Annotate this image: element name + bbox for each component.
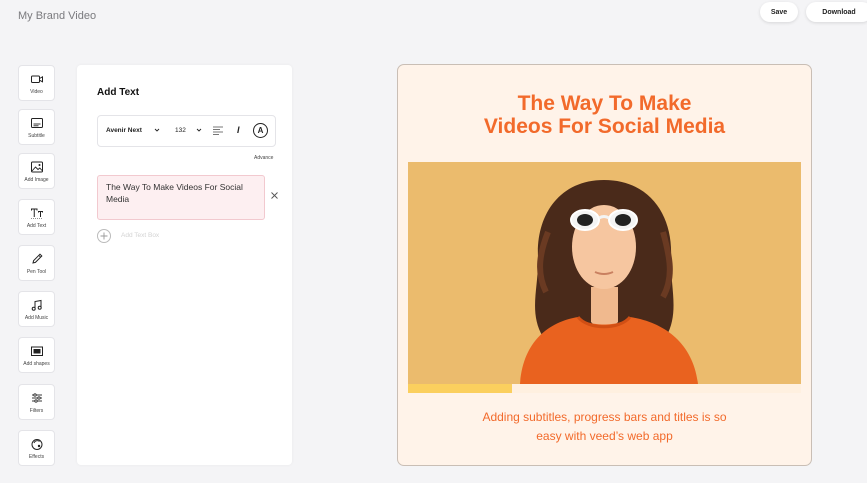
font-family-select[interactable]: Avenir Next [106, 127, 142, 134]
add-text-box-button[interactable] [97, 229, 111, 243]
subtitle-icon [30, 117, 43, 128]
text-box-input[interactable]: The Way To Make Videos For Social Media [97, 175, 265, 220]
sidebar-item-label: Subtitle [28, 132, 45, 139]
video-frame[interactable] [408, 162, 801, 384]
sidebar-item-video[interactable]: Video [18, 65, 55, 101]
sidebar-item-subtitle[interactable]: Subtitle [18, 109, 55, 145]
video-canvas[interactable]: The Way To Make Videos For Social Media [397, 64, 812, 466]
text-icon [30, 208, 43, 219]
text-format-toolbar: Avenir Next 132 I A [97, 115, 276, 147]
sidebar-item-filters[interactable]: Filters [18, 384, 55, 420]
panel-title: Add Text [97, 87, 140, 98]
sidebar-item-pen-tool[interactable]: Pen Tool [18, 245, 55, 281]
font-size-select[interactable]: 132 [175, 127, 186, 134]
add-text-panel: Add Text Avenir Next 132 I A Advance The… [77, 65, 292, 465]
sidebar-item-label: Add shapes [23, 360, 50, 367]
effects-icon [31, 438, 42, 450]
sidebar-item-label: Pen Tool [26, 268, 47, 275]
music-note-icon [31, 299, 42, 311]
advance-link[interactable]: Advance [254, 155, 273, 161]
text-align-icon[interactable] [213, 126, 223, 135]
subtitle-line: easy with veed’s web app [536, 429, 673, 443]
video-frame-image [408, 162, 801, 384]
sidebar-item-label: Filters [29, 407, 44, 414]
video-camera-icon [30, 75, 43, 83]
project-title[interactable]: My Brand Video [18, 10, 96, 22]
progress-bar-fill [408, 384, 513, 393]
sidebar-item-label: Effects [28, 453, 45, 460]
subtitle-line: Adding subtitles, progress bars and titl… [482, 410, 727, 424]
pen-icon [31, 252, 43, 264]
image-icon [30, 161, 43, 172]
video-subtitle[interactable]: Adding subtitles, progress bars and titl… [398, 408, 811, 446]
sidebar-item-add-shapes[interactable]: Add shapes [18, 337, 55, 373]
sidebar-item-label: Add Image [24, 176, 49, 183]
close-icon[interactable] [271, 192, 278, 199]
progress-bar[interactable] [408, 384, 801, 393]
video-title-line: Videos For Social Media [483, 115, 726, 138]
shapes-icon [30, 346, 43, 356]
sidebar-item-add-music[interactable]: Add Music [18, 291, 55, 327]
download-button[interactable]: Download [806, 2, 867, 22]
sidebar-item-add-text[interactable]: Add Text [18, 199, 55, 235]
text-color-icon[interactable]: A [253, 123, 268, 138]
add-text-box-label[interactable]: Add Text Box [121, 232, 159, 239]
sidebar-item-effects[interactable]: Effects [18, 430, 55, 466]
sidebar-item-add-image[interactable]: Add Image [18, 153, 55, 189]
video-title-line: The Way To Make [517, 92, 692, 115]
italic-icon[interactable]: I [237, 125, 240, 135]
sidebar-item-label: Add Music [24, 314, 49, 321]
chevron-down-icon[interactable] [196, 127, 202, 133]
save-button[interactable]: Save [760, 2, 798, 22]
plus-icon [100, 232, 108, 240]
sidebar-item-label: Video [30, 88, 43, 95]
chevron-down-icon[interactable] [154, 127, 160, 133]
sliders-icon [31, 392, 42, 403]
sidebar-item-label: Add Text [26, 222, 47, 229]
video-title[interactable]: The Way To Make Videos For Social Media [398, 92, 811, 138]
